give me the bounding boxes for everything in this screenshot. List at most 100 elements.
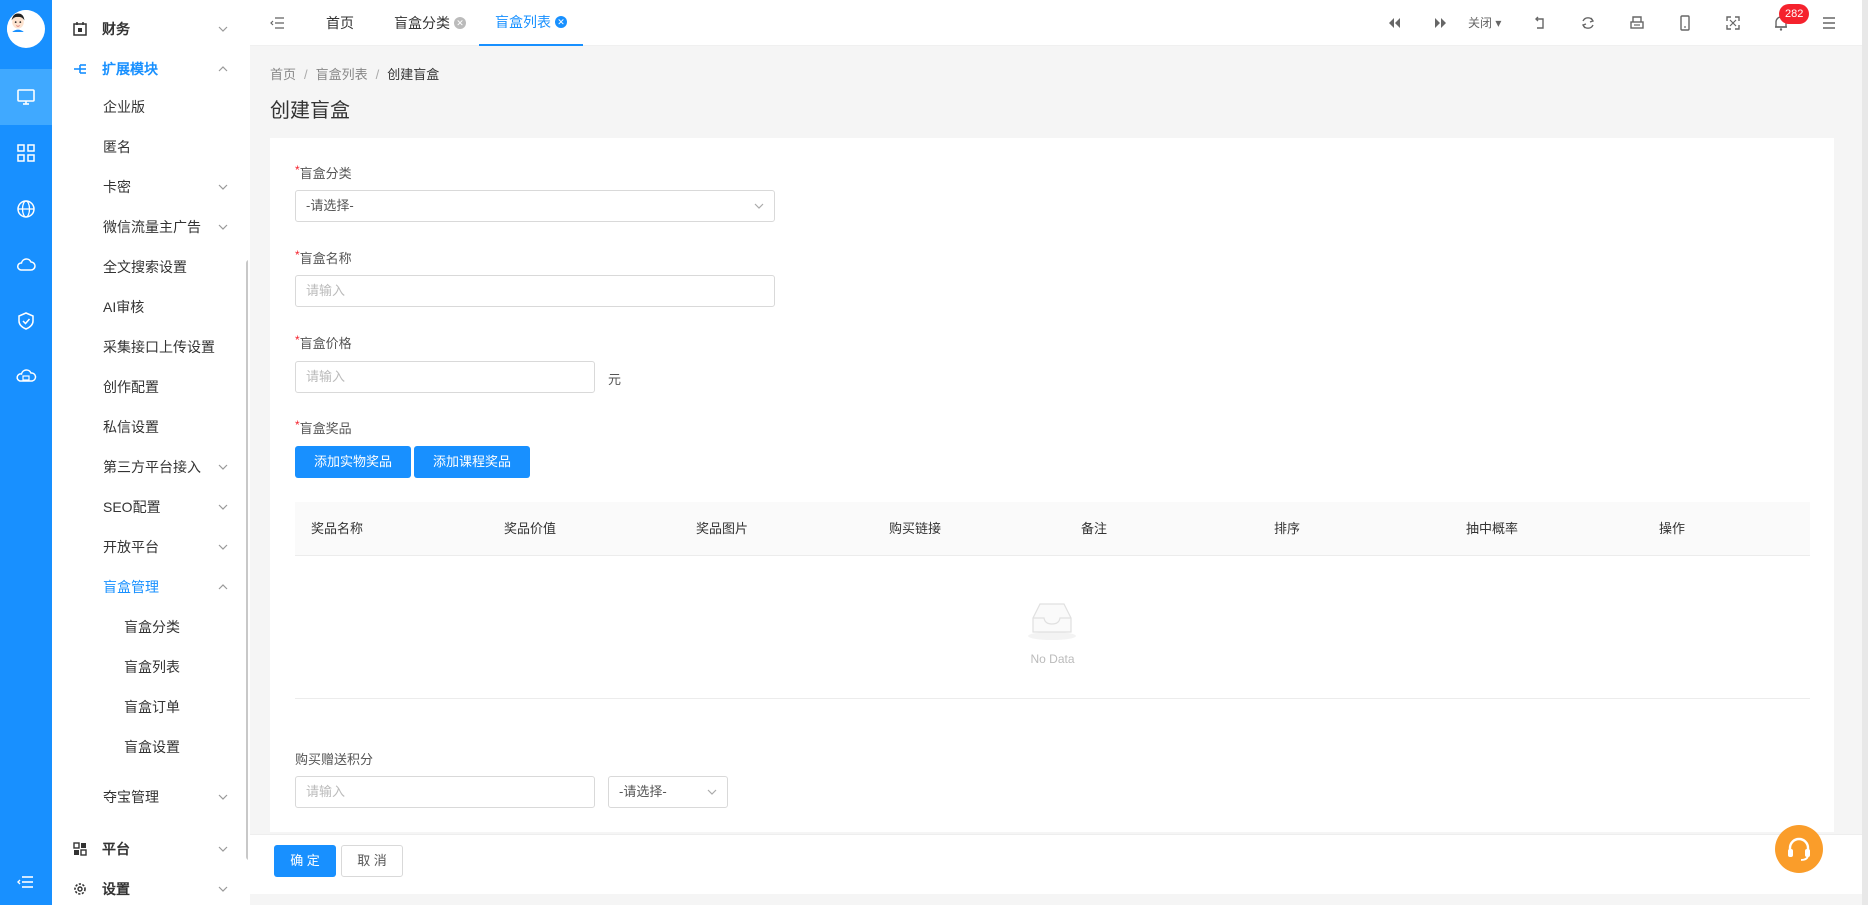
breadcrumb-list[interactable]: 盲盒列表 bbox=[316, 67, 368, 82]
sidebar-item-blindbox-orders[interactable]: 盲盒订单 bbox=[52, 687, 248, 727]
extension-icon bbox=[74, 64, 86, 74]
breadcrumb-home[interactable]: 首页 bbox=[270, 67, 296, 82]
sidebar-item-enterprise[interactable]: 企业版 bbox=[52, 87, 248, 127]
globe-icon[interactable] bbox=[0, 181, 52, 237]
sidebar-item-blindbox-category[interactable]: 盲盒分类 bbox=[52, 607, 248, 647]
sidebar-item-third-party[interactable]: 第三方平台接入 bbox=[52, 447, 248, 487]
sidebar-item-label: 采集接口上传设置 bbox=[103, 339, 215, 355]
scroll-right-icon[interactable] bbox=[1432, 14, 1450, 32]
sidebar-item-ext-module[interactable]: 扩展模块 bbox=[52, 49, 248, 89]
sidebar-item-blindbox-mgmt[interactable]: 盲盒管理 bbox=[52, 567, 248, 607]
chevron-down-icon bbox=[707, 789, 717, 795]
main-content: 首页 / 盲盒列表 / 创建盲盒 创建盲盒 *盲盒分类 -请选择- *盲盒名称 请输入 … bbox=[250, 46, 1868, 905]
avatar[interactable] bbox=[7, 10, 45, 48]
sidebar-item-blindbox-settings[interactable]: 盲盒设置 bbox=[52, 727, 248, 767]
chevron-down-icon bbox=[754, 203, 764, 209]
platform-icon bbox=[73, 842, 87, 856]
sidebar-item-creation-config[interactable]: 创作配置 bbox=[52, 367, 248, 407]
sidebar-item-message-settings[interactable]: 私信设置 bbox=[52, 407, 248, 447]
price-input-placeholder: 请输入 bbox=[306, 369, 346, 384]
gear-icon bbox=[74, 883, 86, 895]
add-physical-prize-button[interactable]: 添加实物奖品 bbox=[295, 446, 411, 478]
close-dropdown[interactable]: 关闭 ▾ bbox=[1468, 14, 1501, 31]
price-input[interactable]: 请输入 bbox=[295, 361, 595, 393]
sidebar-item-label: 盲盒分类 bbox=[124, 619, 180, 635]
column-header: 排序 bbox=[1274, 521, 1301, 536]
chevron-down-icon bbox=[218, 184, 228, 190]
scroll-left-icon[interactable] bbox=[1385, 14, 1403, 32]
cloud-server-icon[interactable] bbox=[0, 349, 52, 405]
sidebar-item-card-secret[interactable]: 卡密 bbox=[52, 167, 248, 207]
add-course-prize-button[interactable]: 添加课程奖品 bbox=[414, 446, 530, 478]
chevron-down-icon bbox=[218, 224, 228, 230]
sidebar-item-open-platform[interactable]: 开放平台 bbox=[52, 527, 248, 567]
price-label: *盲盒价格 bbox=[295, 333, 352, 352]
sidebar-item-label: 扩展模块 bbox=[102, 61, 158, 77]
category-label-text: 盲盒分类 bbox=[299, 166, 352, 181]
close-icon[interactable]: ✕ bbox=[555, 16, 567, 28]
points-input-placeholder: 请输入 bbox=[306, 784, 346, 799]
name-label: *盲盒名称 bbox=[295, 248, 352, 267]
shield-icon[interactable] bbox=[0, 293, 52, 349]
collapse-menu-icon[interactable] bbox=[270, 15, 286, 31]
sidebar-item-label: 卡密 bbox=[103, 179, 131, 195]
hamburger-menu-icon[interactable] bbox=[1820, 14, 1838, 32]
close-icon[interactable]: ✕ bbox=[454, 17, 466, 29]
fullscreen-icon[interactable] bbox=[1724, 14, 1742, 32]
headset-icon bbox=[1788, 837, 1810, 861]
sidebar-item-finance[interactable]: 财务 bbox=[52, 9, 248, 49]
points-type-select[interactable]: -请选择- bbox=[608, 776, 728, 808]
sidebar-item-label: 开放平台 bbox=[103, 539, 159, 555]
customer-service-button[interactable] bbox=[1775, 825, 1823, 873]
category-select[interactable]: -请选择- bbox=[295, 190, 775, 222]
sidebar-scrollbar[interactable] bbox=[246, 260, 248, 860]
sidebar-item-label: 企业版 bbox=[103, 99, 145, 115]
form-footer: 确 定 取 消 bbox=[250, 834, 1868, 894]
menu-toggle-icon[interactable] bbox=[0, 862, 52, 902]
tab-label: 首页 bbox=[326, 15, 354, 31]
sidebar-item-seo[interactable]: SEO配置 bbox=[52, 487, 248, 527]
sidebar-item-label: 匿名 bbox=[103, 139, 131, 155]
chevron-down-icon bbox=[218, 26, 228, 32]
chevron-down-icon bbox=[218, 544, 228, 550]
tab-home[interactable]: 首页 bbox=[326, 0, 354, 46]
confirm-button[interactable]: 确 定 bbox=[274, 845, 336, 877]
grid-icon[interactable] bbox=[0, 125, 52, 181]
sidebar-item-label: 盲盒列表 bbox=[124, 659, 180, 675]
breadcrumb-separator: / bbox=[304, 67, 308, 82]
sidebar-item-treasure[interactable]: 夺宝管理 bbox=[52, 777, 248, 817]
breadcrumb: 首页 / 盲盒列表 / 创建盲盒 bbox=[270, 64, 439, 83]
sidebar: 财务 扩展模块 企业版 匿名 卡密 微信流量主广告 全文搜索设置 AI审核 采集… bbox=[52, 0, 248, 905]
sidebar-item-wechat-ads[interactable]: 微信流量主广告 bbox=[52, 207, 248, 247]
home-printer-icon[interactable] bbox=[1628, 14, 1646, 32]
mobile-icon[interactable] bbox=[1676, 14, 1694, 32]
tab-blindbox-category[interactable]: 盲盒分类 ✕ bbox=[394, 0, 466, 46]
sidebar-item-anonymous[interactable]: 匿名 bbox=[52, 127, 248, 167]
points-input[interactable]: 请输入 bbox=[295, 776, 595, 808]
refresh-icon[interactable] bbox=[1579, 14, 1597, 32]
tab-label: 盲盒列表 bbox=[495, 14, 551, 30]
sidebar-item-ai-review[interactable]: AI审核 bbox=[52, 287, 248, 327]
name-input[interactable]: 请输入 bbox=[295, 275, 775, 307]
sidebar-item-label: 盲盒管理 bbox=[103, 579, 159, 595]
sidebar-item-platform[interactable]: 平台 bbox=[52, 829, 248, 869]
undo-icon[interactable] bbox=[1531, 14, 1549, 32]
sidebar-item-label: 微信流量主广告 bbox=[103, 219, 201, 235]
points-label: 购买赠送积分 bbox=[295, 752, 374, 767]
chevron-down-icon bbox=[218, 886, 228, 892]
sidebar-item-fulltext-search[interactable]: 全文搜索设置 bbox=[52, 247, 248, 287]
empty-text: No Data bbox=[1030, 652, 1075, 666]
calendar-icon bbox=[73, 22, 87, 36]
tab-blindbox-list[interactable]: 盲盒列表 ✕ bbox=[479, 0, 583, 46]
monitor-icon[interactable] bbox=[0, 69, 52, 125]
caret-down-icon: ▾ bbox=[1495, 16, 1502, 30]
empty-inbox-icon bbox=[1028, 603, 1076, 640]
sidebar-item-blindbox-list[interactable]: 盲盒列表 bbox=[52, 647, 248, 687]
sidebar-item-settings[interactable]: 设置 bbox=[52, 869, 248, 905]
page-scrollbar[interactable] bbox=[1862, 0, 1868, 905]
chevron-down-icon bbox=[218, 794, 228, 800]
sidebar-item-label: AI审核 bbox=[103, 299, 145, 315]
cancel-button[interactable]: 取 消 bbox=[341, 845, 403, 877]
sidebar-item-collect-upload[interactable]: 采集接口上传设置 bbox=[52, 327, 248, 367]
cloud-icon[interactable] bbox=[0, 237, 52, 293]
